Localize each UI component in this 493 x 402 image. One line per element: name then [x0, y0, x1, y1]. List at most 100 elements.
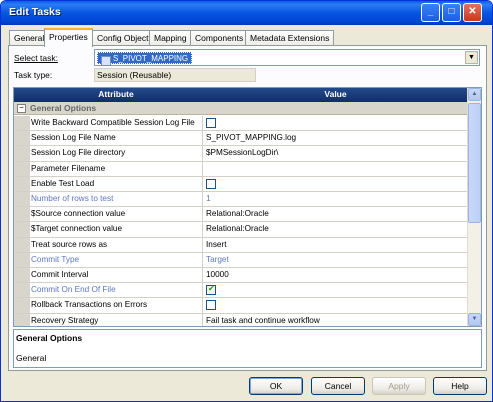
value-cell[interactable]: S_PIVOT_MAPPING.log [206, 133, 296, 142]
title-bar[interactable]: Edit Tasks _ □ ✕ [1, 1, 492, 25]
help-button[interactable]: Help [433, 377, 487, 395]
value-checkbox[interactable] [206, 178, 216, 189]
row-gutter [14, 192, 30, 207]
apply-button[interactable]: Apply [372, 377, 426, 395]
column-divider [202, 176, 203, 191]
value-checkbox[interactable] [206, 300, 216, 311]
column-divider [202, 268, 203, 283]
table-row[interactable]: Session Log File Name S_PIVOT_MAPPING.log [14, 131, 469, 147]
column-divider [202, 116, 203, 131]
table-row[interactable]: Rollback Transactions on Errors [14, 298, 469, 314]
row-gutter [14, 207, 30, 222]
column-divider [202, 313, 203, 326]
select-task-dropdown[interactable]: S_PIVOT_MAPPING ▼ [94, 49, 480, 66]
tab-mapping[interactable]: Mapping [149, 30, 192, 46]
column-divider [202, 222, 203, 237]
column-divider [202, 298, 203, 313]
table-row[interactable]: Commit Type Target [14, 252, 469, 268]
attribute-cell: $Target connection value [31, 224, 123, 234]
tab-components[interactable]: Components [190, 30, 249, 46]
attribute-cell: Parameter Filename [31, 163, 106, 173]
column-divider [202, 161, 203, 176]
value-cell[interactable]: Relational:Oracle [206, 224, 269, 233]
value-cell[interactable]: 10000 [206, 270, 229, 279]
value-cell[interactable]: Insert [206, 240, 226, 249]
table-row[interactable]: Write Backward Compatible Session Log Fi… [14, 116, 469, 132]
table-row[interactable]: Commit On End Of File [14, 283, 469, 299]
ok-button[interactable]: OK [249, 377, 303, 395]
row-gutter [14, 283, 30, 298]
section-title: General Options [30, 103, 97, 113]
row-gutter [14, 268, 30, 283]
attribute-cell: Write Backward Compatible Session Log Fi… [31, 118, 195, 127]
tab-metadata-extensions[interactable]: Metadata Extensions [245, 30, 335, 46]
maximize-button[interactable]: □ [442, 3, 461, 22]
table-row[interactable]: Number of rows to test 1 [14, 192, 469, 208]
table-row[interactable]: $Target connection value Relational:Oracl… [14, 222, 469, 238]
column-divider [202, 252, 203, 267]
window-title: Edit Tasks [9, 6, 61, 18]
value-cell[interactable]: Fail task and continue workflow [206, 316, 320, 325]
table-row[interactable]: Recovery Strategy Fail task and continue … [14, 313, 469, 326]
scroll-down-icon[interactable]: ▼ [468, 313, 481, 326]
value-cell[interactable]: 1 [206, 194, 211, 203]
row-gutter [14, 116, 30, 131]
chevron-down-icon[interactable]: ▼ [465, 51, 478, 64]
attribute-cell: Treat source rows as [31, 239, 108, 249]
column-divider [202, 207, 203, 222]
column-divider [202, 237, 203, 252]
row-gutter [14, 146, 30, 161]
description-title: General Options [16, 333, 83, 343]
properties-grid: Attribute Value − General Options Write … [13, 87, 482, 327]
value-cell[interactable]: Relational:Oracle [206, 209, 269, 218]
attribute-cell: $Source connection value [31, 209, 126, 219]
vertical-scrollbar[interactable]: ▲ ▼ [467, 88, 481, 326]
close-button[interactable]: ✕ [463, 3, 482, 22]
table-row[interactable]: Parameter Filename [14, 161, 469, 177]
scroll-thumb[interactable] [468, 103, 481, 223]
select-task-value: S_PIVOT_MAPPING [97, 52, 193, 66]
value-checkbox[interactable] [206, 284, 216, 296]
attribute-cell: Session Log File directory [31, 148, 126, 158]
row-gutter [14, 313, 30, 326]
row-gutter [14, 298, 30, 313]
tab-properties[interactable]: Properties [44, 28, 93, 47]
column-divider [202, 146, 203, 161]
attribute-cell: Session Log File Name [31, 133, 116, 143]
header-attribute[interactable]: Attribute [30, 89, 202, 99]
row-gutter [14, 252, 30, 267]
section-general-options[interactable]: − General Options [14, 102, 469, 115]
edit-tasks-dialog: Edit Tasks _ □ ✕ General Properties Conf… [0, 0, 493, 402]
table-row[interactable]: Commit Interval 10000 [14, 268, 469, 284]
attribute-cell: Enable Test Load [31, 178, 95, 188]
value-cell[interactable]: $PMSessionLogDir\ [206, 148, 278, 157]
select-task-label: Select task: [14, 53, 58, 63]
description-text: General [16, 353, 47, 363]
value-checkbox[interactable] [206, 118, 216, 128]
value-cell[interactable]: Target [206, 255, 229, 264]
grid-header: Attribute Value [14, 88, 469, 102]
scroll-up-icon[interactable]: ▲ [468, 88, 481, 101]
description-panel: General Options General [13, 329, 482, 368]
session-icon [101, 56, 111, 66]
attribute-cell: Number of rows to test [31, 194, 114, 203]
table-row[interactable]: Enable Test Load [14, 176, 469, 192]
table-row[interactable]: Treat source rows as Insert [14, 237, 469, 253]
header-value[interactable]: Value [202, 89, 469, 99]
collapse-icon[interactable]: − [17, 104, 26, 113]
row-gutter [14, 131, 30, 146]
row-gutter [14, 161, 30, 176]
column-divider [202, 283, 203, 298]
cancel-button[interactable]: Cancel [311, 377, 365, 395]
row-gutter [14, 222, 30, 237]
select-task-text: S_PIVOT_MAPPING [113, 54, 189, 63]
attribute-cell: Commit Interval [31, 270, 89, 279]
table-row[interactable]: $Source connection value Relational:Oracl… [14, 207, 469, 223]
task-type-field: Session (Reusable) [94, 68, 256, 82]
attribute-cell: Rollback Transactions on Errors [31, 300, 148, 310]
tab-config-object[interactable]: Config Object [92, 30, 154, 46]
attribute-cell: Commit On End Of File [31, 285, 116, 295]
attribute-cell: Commit Type [31, 254, 80, 264]
table-row[interactable]: Session Log File directory $PMSessionLogD… [14, 146, 469, 162]
minimize-button[interactable]: _ [421, 3, 440, 22]
